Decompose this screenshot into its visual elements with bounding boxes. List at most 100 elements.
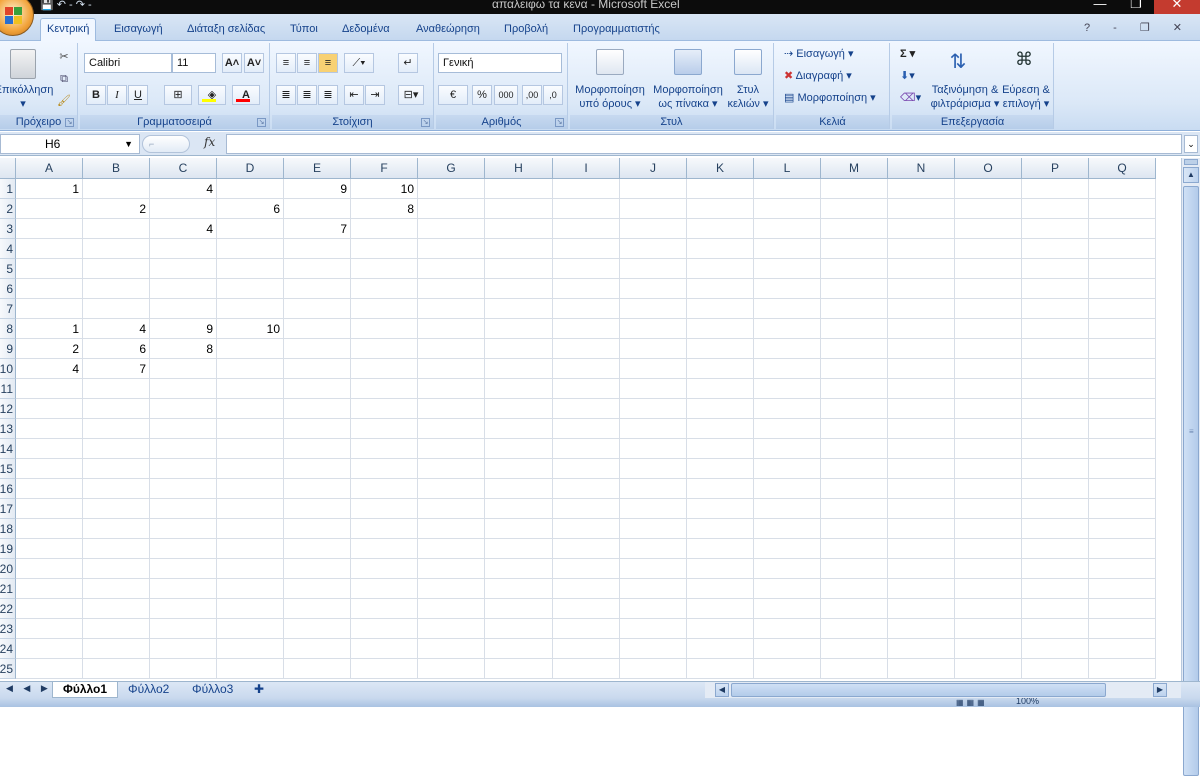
- cell-f23[interactable]: [351, 619, 418, 639]
- cell-b8[interactable]: 4: [83, 319, 150, 339]
- cell-e6[interactable]: [284, 279, 351, 299]
- cell-q25[interactable]: [1089, 659, 1156, 679]
- cell-j10[interactable]: [620, 359, 687, 379]
- cell-a22[interactable]: [16, 599, 83, 619]
- cell-e4[interactable]: [284, 239, 351, 259]
- expand-formula-bar-icon[interactable]: ⌄: [1184, 135, 1198, 153]
- cell-c9[interactable]: 8: [150, 339, 217, 359]
- cell-g24[interactable]: [418, 639, 485, 659]
- column-header-l[interactable]: L: [754, 158, 821, 179]
- cell-g3[interactable]: [418, 219, 485, 239]
- column-header-d[interactable]: D: [217, 158, 284, 179]
- cell-o18[interactable]: [955, 519, 1022, 539]
- tab-developer[interactable]: Προγραμματιστής: [567, 20, 666, 41]
- cell-f22[interactable]: [351, 599, 418, 619]
- cell-j23[interactable]: [620, 619, 687, 639]
- cell-o16[interactable]: [955, 479, 1022, 499]
- cell-e8[interactable]: [284, 319, 351, 339]
- cell-c3[interactable]: 4: [150, 219, 217, 239]
- cell-q12[interactable]: [1089, 399, 1156, 419]
- cell-n20[interactable]: [888, 559, 955, 579]
- cell-h8[interactable]: [485, 319, 553, 339]
- cell-c1[interactable]: 4: [150, 179, 217, 199]
- cell-j24[interactable]: [620, 639, 687, 659]
- help-controls[interactable]: ? - ❐ ✕: [1084, 21, 1192, 34]
- cell-g7[interactable]: [418, 299, 485, 319]
- increase-indent-icon[interactable]: ⇥: [365, 85, 385, 105]
- cell-c13[interactable]: [150, 419, 217, 439]
- cell-k8[interactable]: [687, 319, 754, 339]
- column-header-q[interactable]: Q: [1089, 158, 1156, 179]
- cell-m17[interactable]: [821, 499, 888, 519]
- cell-styles-button[interactable]: Στυλ κελιών ▾: [724, 83, 772, 111]
- horizontal-scroll-thumb[interactable]: [731, 683, 1106, 697]
- cell-i17[interactable]: [553, 499, 620, 519]
- cell-p13[interactable]: [1022, 419, 1089, 439]
- cell-i14[interactable]: [553, 439, 620, 459]
- cell-b6[interactable]: [83, 279, 150, 299]
- cell-f8[interactable]: [351, 319, 418, 339]
- cell-k9[interactable]: [687, 339, 754, 359]
- undo-button[interactable]: ↶ -: [57, 0, 73, 11]
- cell-m9[interactable]: [821, 339, 888, 359]
- cell-a23[interactable]: [16, 619, 83, 639]
- cell-a7[interactable]: [16, 299, 83, 319]
- cell-a13[interactable]: [16, 419, 83, 439]
- cell-p22[interactable]: [1022, 599, 1089, 619]
- align-bottom-icon[interactable]: ≡: [318, 53, 338, 73]
- column-header-j[interactable]: J: [620, 158, 687, 179]
- cell-m3[interactable]: [821, 219, 888, 239]
- cell-o15[interactable]: [955, 459, 1022, 479]
- thousands-button[interactable]: 000: [494, 85, 518, 105]
- cell-h14[interactable]: [485, 439, 553, 459]
- copy-icon[interactable]: ⧉: [54, 69, 74, 89]
- cell-d10[interactable]: [217, 359, 284, 379]
- formula-input[interactable]: [226, 134, 1182, 154]
- cell-d7[interactable]: [217, 299, 284, 319]
- redo-button[interactable]: ↷ -: [76, 0, 92, 11]
- cell-f17[interactable]: [351, 499, 418, 519]
- cell-l4[interactable]: [754, 239, 821, 259]
- cell-i2[interactable]: [553, 199, 620, 219]
- cell-b9[interactable]: 6: [83, 339, 150, 359]
- cell-a19[interactable]: [16, 539, 83, 559]
- cell-n15[interactable]: [888, 459, 955, 479]
- grow-font-button[interactable]: A˄: [222, 53, 242, 73]
- cell-b24[interactable]: [83, 639, 150, 659]
- cell-p4[interactable]: [1022, 239, 1089, 259]
- font-launcher-icon[interactable]: ↘: [257, 118, 266, 127]
- format-as-table-button[interactable]: Μορφοποίηση ως πίνακα ▾: [650, 83, 726, 111]
- cell-o10[interactable]: [955, 359, 1022, 379]
- cell-k14[interactable]: [687, 439, 754, 459]
- cell-p23[interactable]: [1022, 619, 1089, 639]
- cell-h4[interactable]: [485, 239, 553, 259]
- autosum-button[interactable]: Σ ▾: [900, 47, 930, 61]
- cell-j11[interactable]: [620, 379, 687, 399]
- horizontal-scrollbar[interactable]: ◀ ▶: [705, 681, 1181, 698]
- cell-m18[interactable]: [821, 519, 888, 539]
- paste-button[interactable]: Επικόλληση: [0, 83, 54, 97]
- tab-insert[interactable]: Εισαγωγή: [108, 20, 169, 41]
- cell-k25[interactable]: [687, 659, 754, 679]
- cell-c18[interactable]: [150, 519, 217, 539]
- cell-d9[interactable]: [217, 339, 284, 359]
- cell-d5[interactable]: [217, 259, 284, 279]
- paste-icon[interactable]: [10, 49, 36, 79]
- cell-l12[interactable]: [754, 399, 821, 419]
- cell-b16[interactable]: [83, 479, 150, 499]
- cell-o5[interactable]: [955, 259, 1022, 279]
- cell-g14[interactable]: [418, 439, 485, 459]
- cell-c20[interactable]: [150, 559, 217, 579]
- cell-e9[interactable]: [284, 339, 351, 359]
- cell-a6[interactable]: [16, 279, 83, 299]
- row-header-13[interactable]: 13: [0, 419, 16, 439]
- cell-q11[interactable]: [1089, 379, 1156, 399]
- cell-n25[interactable]: [888, 659, 955, 679]
- cell-c25[interactable]: [150, 659, 217, 679]
- cell-n6[interactable]: [888, 279, 955, 299]
- cell-i19[interactable]: [553, 539, 620, 559]
- cell-n10[interactable]: [888, 359, 955, 379]
- cell-f9[interactable]: [351, 339, 418, 359]
- cell-e21[interactable]: [284, 579, 351, 599]
- conditional-formatting-button[interactable]: Μορφοποίηση υπό όρους ▾: [572, 83, 648, 111]
